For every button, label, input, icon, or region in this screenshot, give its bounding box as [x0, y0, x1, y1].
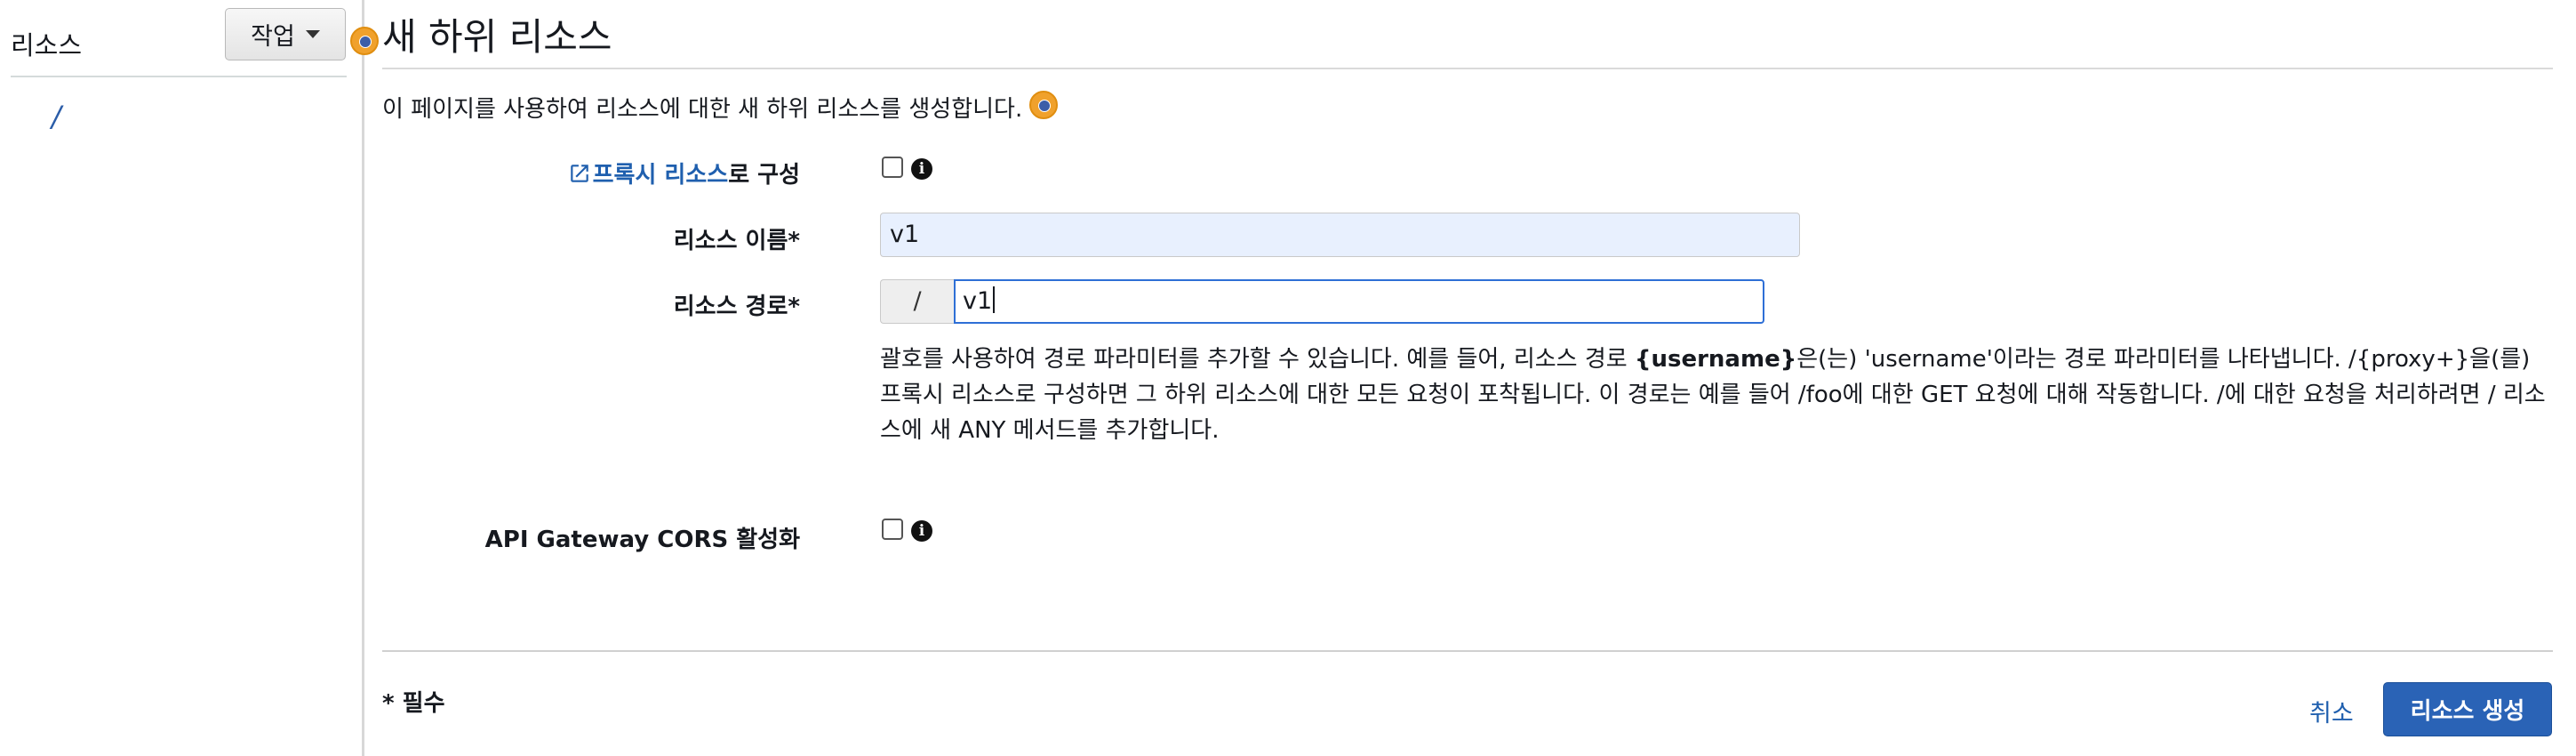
resource-path-input[interactable]: v1	[954, 279, 1764, 324]
hotspot-marker-icon[interactable]	[1029, 91, 1058, 119]
required-note: * 필수	[382, 690, 445, 717]
cors-label: API Gateway CORS 활성화	[484, 527, 800, 553]
external-link-icon	[570, 165, 588, 182]
proxy-resource-link[interactable]: 프록시 리소스	[593, 162, 729, 189]
resource-name-input[interactable]: v1	[880, 213, 1800, 257]
hotspot-marker-icon[interactable]	[350, 27, 379, 55]
create-resource-button[interactable]: 리소스 생성	[2383, 682, 2552, 736]
page-title: 새 하위 리소스	[382, 15, 612, 59]
proxy-resource-checkbox[interactable]	[882, 157, 903, 178]
info-icon[interactable]: i	[911, 520, 932, 542]
resource-panel-title: 리소스	[11, 30, 83, 60]
cors-checkbox[interactable]	[882, 519, 903, 540]
info-icon[interactable]: i	[911, 158, 932, 180]
title-divider	[382, 68, 2553, 69]
resource-tree-item-root[interactable]: /	[52, 100, 61, 133]
resource-name-label: 리소스 이름*	[673, 228, 800, 254]
text-cursor	[993, 286, 996, 313]
panel-divider	[11, 76, 347, 77]
panel-splitter[interactable]	[362, 0, 364, 756]
resource-path-help-text: 괄호를 사용하여 경로 파라미터를 추가할 수 있습니다. 예를 들어, 리소스…	[880, 346, 2546, 444]
resource-path-label: 리소스 경로*	[673, 294, 800, 320]
cancel-link[interactable]: 취소	[2309, 694, 2354, 728]
footer-divider	[382, 650, 2553, 652]
caret-down-icon	[305, 30, 320, 38]
resource-path-prefix: /	[880, 279, 954, 324]
resource-panel: 리소스 작업 /	[0, 0, 363, 756]
proxy-resource-label: 프록시 리소스로 구성	[249, 157, 800, 189]
actions-label: 작업	[251, 23, 295, 51]
actions-dropdown-button[interactable]: 작업	[225, 8, 346, 60]
page-intro: 이 페이지를 사용하여 리소스에 대한 새 하위 리소스를 생성합니다.	[382, 96, 1023, 123]
